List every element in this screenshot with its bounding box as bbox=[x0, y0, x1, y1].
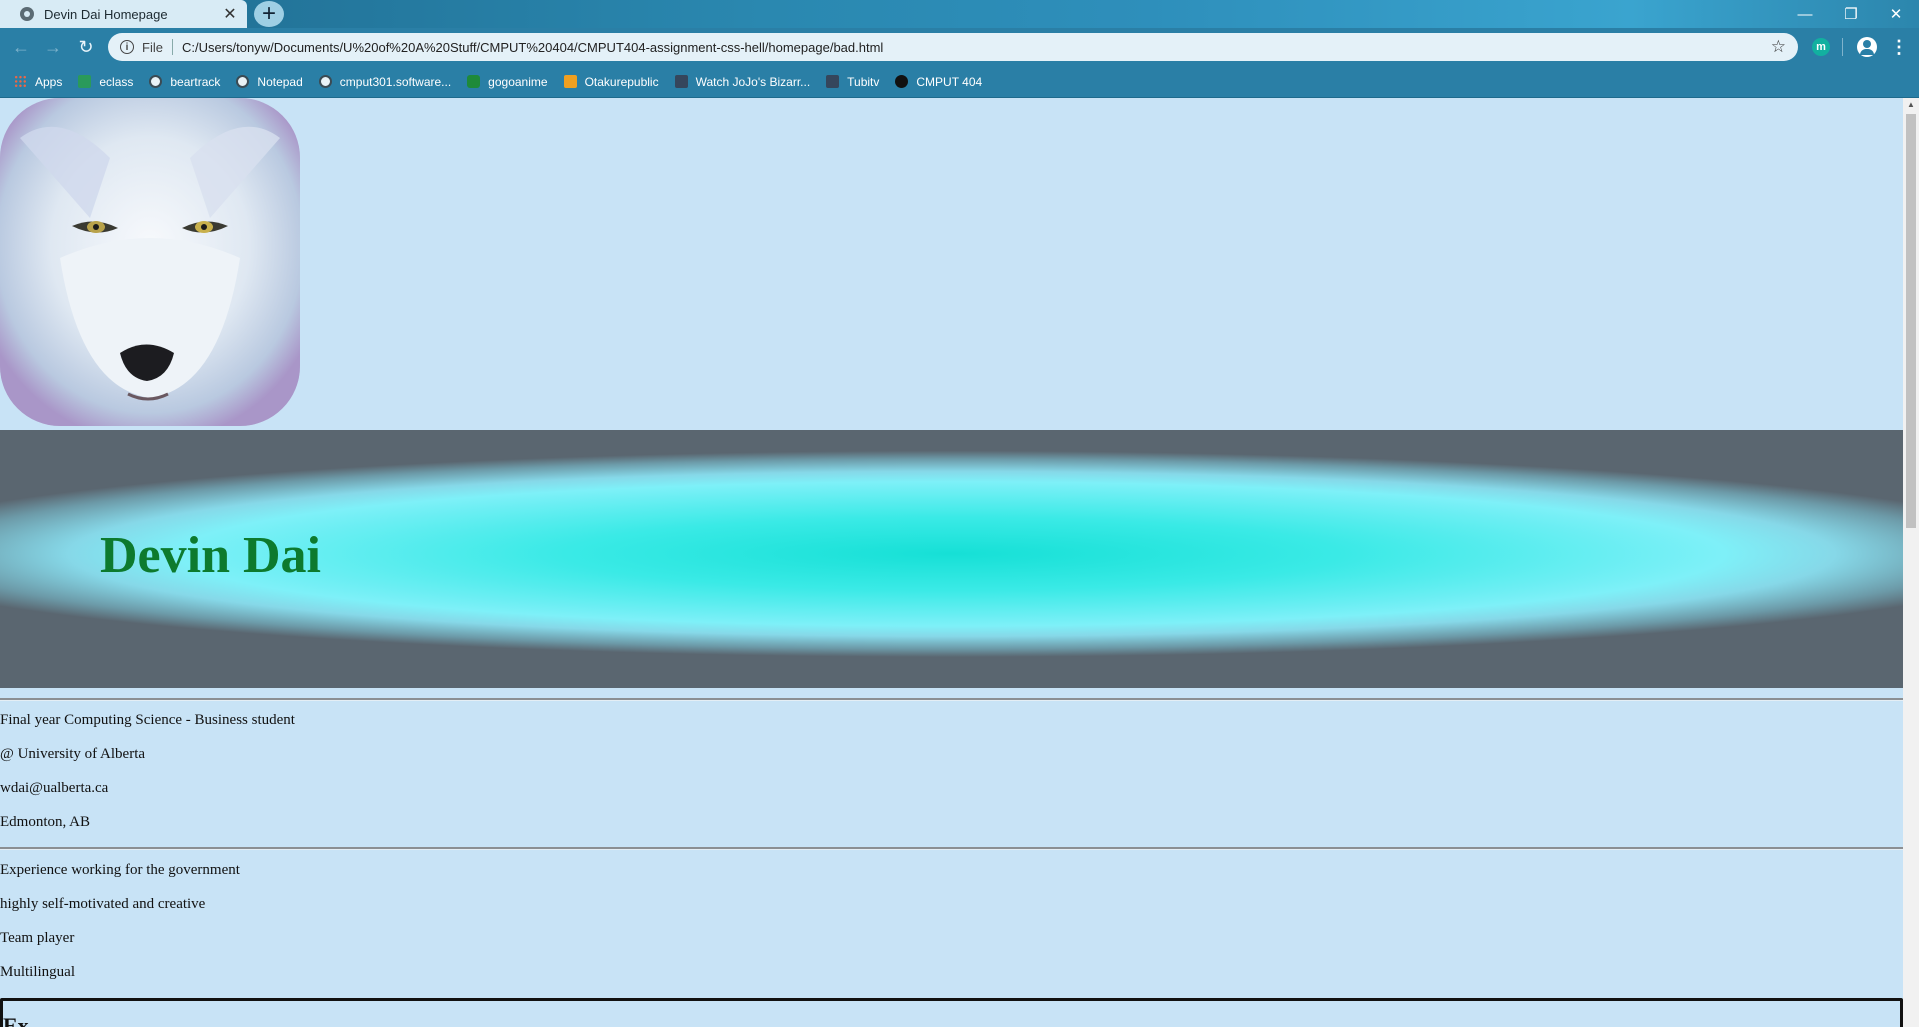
tumblr-icon bbox=[674, 75, 688, 88]
bookmark-label: Apps bbox=[35, 74, 63, 89]
bookmark-jojo[interactable]: Watch JoJo's Bizarr... bbox=[674, 74, 811, 89]
tumblr-icon bbox=[826, 75, 840, 88]
divider bbox=[0, 847, 1903, 850]
scroll-up-arrow-icon[interactable]: ▲ bbox=[1903, 100, 1919, 110]
new-tab-button[interactable]: + bbox=[254, 1, 284, 27]
bookmark-cmput301[interactable]: cmput301.software... bbox=[318, 74, 452, 89]
contact-line-university: @ University of Alberta bbox=[0, 746, 146, 762]
bookmark-otakurepublic[interactable]: Otakurepublic bbox=[563, 74, 659, 89]
page-title: Devin Dai bbox=[100, 527, 321, 584]
tab-close-icon[interactable]: ✕ bbox=[219, 4, 241, 24]
trait-line-team-player: Team player bbox=[0, 930, 75, 946]
bordered-section: Ex... bbox=[0, 998, 1903, 1027]
bookmark-eclass[interactable]: eclass bbox=[78, 75, 133, 89]
bookmark-label: Watch JoJo's Bizarr... bbox=[695, 74, 811, 89]
divider bbox=[0, 698, 1903, 701]
bookmark-label: Tubitv bbox=[847, 74, 880, 89]
globe-icon bbox=[318, 75, 332, 88]
page-content: Devin Dai Final year Computing Science -… bbox=[0, 98, 1903, 1027]
apps-icon bbox=[14, 75, 27, 88]
minimize-button[interactable]: — bbox=[1782, 0, 1828, 28]
browser-menu-icon[interactable]: ⋮ bbox=[1890, 36, 1908, 58]
bookmark-gogoanime[interactable]: gogoanime bbox=[467, 74, 548, 89]
section-heading: Ex... bbox=[3, 1013, 46, 1027]
tab-title: Devin Dai Homepage bbox=[44, 6, 168, 22]
bookmark-label: beartrack bbox=[170, 74, 221, 89]
bookmark-label: Otakurepublic bbox=[584, 74, 659, 89]
trait-line-multilingual: Multilingual bbox=[0, 964, 75, 980]
eclass-icon bbox=[78, 75, 92, 88]
bookmark-apps[interactable]: Apps bbox=[14, 75, 62, 89]
otaku-icon bbox=[563, 75, 577, 88]
bookmark-label: Notepad bbox=[257, 74, 303, 89]
back-button[interactable]: ← bbox=[9, 36, 33, 58]
trait-line-experience: Experience working for the government bbox=[0, 862, 240, 878]
title-bar: Devin Dai Homepage ✕ + — ❐ ✕ bbox=[0, 0, 1919, 28]
address-bar[interactable]: i File C:/Users/tonyw/Documents/U%20of%2… bbox=[108, 33, 1798, 61]
info-icon[interactable]: i bbox=[120, 40, 134, 54]
contact-line-location: Edmonton, AB bbox=[0, 814, 91, 830]
reload-button[interactable]: ↻ bbox=[74, 36, 98, 58]
wolf-illustration bbox=[0, 98, 300, 426]
bookmark-label: eclass bbox=[99, 74, 134, 89]
toolbar-divider bbox=[1842, 38, 1843, 56]
name-banner: Devin Dai bbox=[0, 430, 1903, 688]
contact-line-email: wdai@ualberta.ca bbox=[0, 780, 109, 796]
profile-avatar-icon[interactable] bbox=[1857, 37, 1877, 57]
contact-line-program: Final year Computing Science - Business … bbox=[0, 712, 295, 728]
globe-icon bbox=[149, 75, 163, 88]
restore-button[interactable]: ❐ bbox=[1828, 0, 1874, 28]
bookmark-tubitv[interactable]: Tubitv bbox=[826, 75, 879, 89]
page-scrollbar[interactable]: ▲ bbox=[1903, 98, 1919, 1027]
bookmark-label: gogoanime bbox=[488, 74, 548, 89]
tab-devin-dai-homepage[interactable]: Devin Dai Homepage ✕ bbox=[0, 0, 247, 28]
scroll-thumb[interactable] bbox=[1906, 114, 1916, 528]
address-divider bbox=[171, 39, 173, 55]
bookmark-beartrack[interactable]: beartrack bbox=[149, 75, 220, 89]
bookmark-star-icon[interactable]: ☆ bbox=[1771, 37, 1786, 57]
404-icon bbox=[895, 75, 909, 88]
forward-button[interactable]: → bbox=[41, 36, 65, 58]
globe-icon bbox=[236, 75, 250, 88]
extension-icon[interactable]: m bbox=[1812, 38, 1830, 56]
bookmarks-bar: Apps eclass beartrack Notepad cmput301.s… bbox=[0, 66, 1919, 98]
url-scheme-label: File bbox=[142, 39, 163, 55]
bookmark-cmput404[interactable]: CMPUT 404 bbox=[895, 75, 982, 89]
close-window-button[interactable]: ✕ bbox=[1873, 0, 1919, 28]
globe-icon bbox=[20, 7, 34, 21]
bookmark-notepad[interactable]: Notepad bbox=[236, 74, 303, 89]
bookmark-label: cmput301.software... bbox=[339, 74, 452, 89]
bookmark-label: CMPUT 404 bbox=[916, 74, 983, 89]
wolf-avatar-image bbox=[0, 98, 300, 426]
tv-icon bbox=[467, 75, 481, 88]
url-text[interactable]: C:/Users/tonyw/Documents/U%20of%20A%20St… bbox=[182, 40, 1771, 55]
trait-line-motivated: highly self-motivated and creative bbox=[0, 896, 206, 912]
